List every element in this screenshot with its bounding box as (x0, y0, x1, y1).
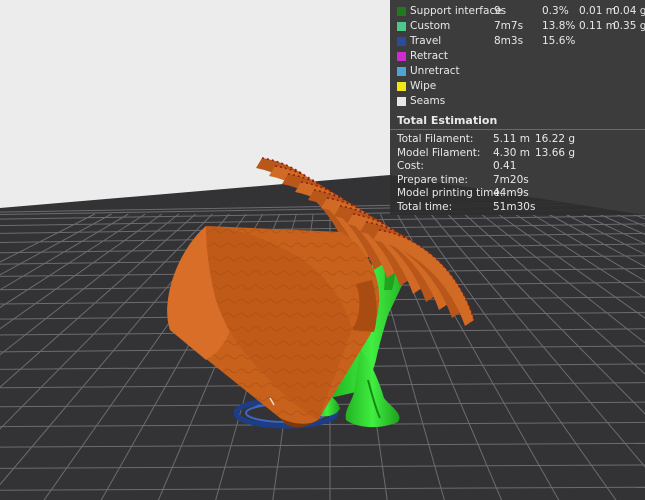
estimation-value: 51m30s (493, 201, 536, 213)
legend-label: Seams (410, 95, 446, 107)
legend-time: 8m3s (494, 35, 524, 47)
estimation-row-cost: Cost: 0.41 (397, 159, 642, 173)
legend-swatch-unretract (397, 67, 406, 76)
legend-label: Custom (410, 20, 451, 32)
total-estimation-heading: Total Estimation (397, 114, 498, 127)
legend-row-seams[interactable]: Seams (390, 94, 645, 109)
legend-percent: 0.3% (542, 5, 569, 17)
legend-time: 9s (494, 5, 507, 17)
legend-swatch-custom (397, 22, 406, 31)
legend-time: 7m7s (494, 20, 524, 32)
legend-row-retract[interactable]: Retract (390, 49, 645, 64)
legend-swatch-seams (397, 97, 406, 106)
legend-weight: 0.04 g (613, 5, 645, 17)
legend-row-support-interface[interactable]: Support interface 9s 0.3% 0.01 m 0.04 g (390, 4, 645, 19)
legend-label: Unretract (410, 65, 460, 77)
legend-swatch-retract (397, 52, 406, 61)
estimation-value2: 16.22 g (535, 133, 576, 145)
estimation-row-prepare-time: Prepare time: 7m20s (397, 173, 642, 187)
estimation-value2: 13.66 g (535, 146, 576, 159)
estimation-label: Total Filament: (397, 133, 474, 145)
estimation-label: Prepare time: (397, 173, 468, 186)
legend-swatch-support-interface (397, 7, 406, 16)
legend-label: Support interface (410, 5, 502, 17)
estimation-label: Model printing time: (397, 187, 504, 200)
legend-swatch-wipe (397, 82, 406, 91)
estimation-value: 7m20s (493, 173, 529, 186)
legend-label: Travel (410, 35, 442, 47)
legend-label: Wipe (410, 80, 437, 92)
estimation-label: Total time: (397, 201, 453, 213)
estimation-row-model-printing-time: Model printing time: 44m9s (397, 186, 642, 200)
legend-row-custom[interactable]: Custom 7m7s 13.8% 0.11 m 0.35 g (390, 19, 645, 34)
estimation-label: Model Filament: (397, 146, 481, 159)
legend-row-unretract[interactable]: Unretract (390, 64, 645, 79)
estimation-value: 4.30 m (493, 146, 530, 159)
panel-divider (390, 129, 645, 130)
estimation-row-total-filament: Total Filament: 5.11 m 16.22 g (397, 132, 642, 146)
slicing-stats-panel: Support interface 9s 0.3% 0.01 m 0.04 g Custo… (390, 0, 645, 215)
estimation-value: 5.11 m (493, 133, 530, 145)
legend-length: 0.11 m (579, 20, 616, 32)
legend-weight: 0.35 g (613, 20, 645, 32)
estimation-value: 44m9s (493, 187, 529, 200)
legend-row-travel[interactable]: Travel 8m3s 15.6% (390, 34, 645, 49)
estimation-row-model-filament: Model Filament: 4.30 m 13.66 g (397, 146, 642, 160)
estimation-value: 0.41 (493, 160, 517, 173)
legend-label: Retract (410, 50, 449, 62)
legend-swatch-travel (397, 37, 406, 46)
legend-row-wipe[interactable]: Wipe (390, 79, 645, 94)
legend-percent: 13.8% (542, 20, 576, 32)
estimation-row-total-time: Total time: 51m30s (397, 200, 642, 214)
legend-percent: 15.6% (542, 35, 576, 47)
estimation-label: Cost: (397, 160, 424, 173)
legend-length: 0.01 m (579, 5, 616, 17)
